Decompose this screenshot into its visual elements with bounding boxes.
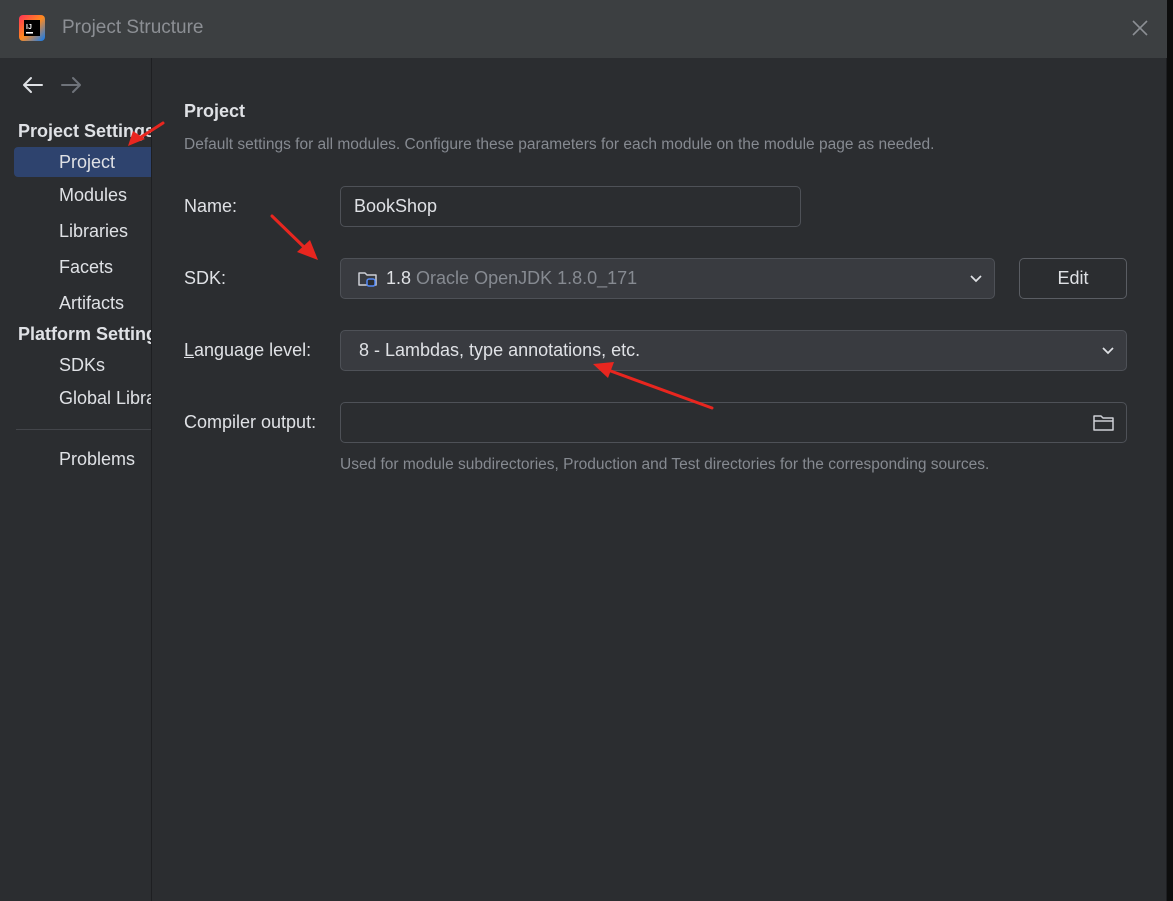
sidebar-item-sdks[interactable]: SDKs <box>14 350 151 380</box>
sdk-version: 1.8 <box>386 268 412 288</box>
edit-sdk-button[interactable]: Edit <box>1019 258 1127 299</box>
sidebar-item-global-libraries[interactable]: Global Libraries <box>14 383 151 413</box>
sidebar-item-artifacts[interactable]: Artifacts <box>14 288 151 318</box>
sdk-folder-icon <box>358 272 377 287</box>
name-value: BookShop <box>354 196 438 216</box>
name-label: Name: <box>184 196 238 216</box>
arrow-right-icon[interactable] <box>58 74 84 96</box>
chevron-down-icon <box>1102 347 1114 355</box>
sidebar-item-modules[interactable]: Modules <box>14 180 151 210</box>
language-level-dropdown[interactable]: 8 - Lambdas, type annotations, etc. <box>340 330 1127 371</box>
language-level-value: 8 - Lambdas, type annotations, etc. <box>359 340 641 360</box>
sidebar-item-libraries[interactable]: Libraries <box>14 216 151 246</box>
compiler-output-label: Compiler output: <box>184 412 317 432</box>
group-project-settings: Project Settings <box>18 121 152 141</box>
page-description: Default settings for all modules. Config… <box>184 136 935 153</box>
name-field[interactable]: BookShop <box>340 186 801 227</box>
chevron-down-icon <box>970 275 982 283</box>
sdk-label: SDK: <box>184 268 227 288</box>
svg-text:IJ: IJ <box>26 24 32 31</box>
close-icon[interactable] <box>1128 16 1152 40</box>
window-title: Project Structure <box>62 17 204 38</box>
arrow-left-icon[interactable] <box>20 74 46 96</box>
sdk-name: Oracle OpenJDK 1.8.0_171 <box>416 268 638 288</box>
group-platform-settings: Platform Settings <box>18 324 151 344</box>
intellij-idea-icon: IJ <box>19 15 45 41</box>
sidebar-item-problems[interactable]: Problems <box>14 444 151 474</box>
compiler-output-field[interactable] <box>340 402 1127 443</box>
folder-icon[interactable] <box>1092 412 1116 434</box>
compiler-output-hint: Used for module subdirectories, Producti… <box>340 456 990 473</box>
sdk-dropdown[interactable]: 1.8 Oracle OpenJDK 1.8.0_171 <box>340 258 995 299</box>
title-bar: IJ Project Structure <box>0 0 1167 58</box>
page-title: Project <box>184 101 246 121</box>
sidebar-item-facets[interactable]: Facets <box>14 252 151 282</box>
sidebar-separator <box>16 429 151 430</box>
language-level-label-text: anguage level: <box>194 340 312 360</box>
sidebar-item-project[interactable]: Project <box>14 147 151 177</box>
language-level-label: Language level: <box>184 340 312 360</box>
project-structure-dialog: IJ Project Structure Project Settings Pr… <box>0 0 1167 901</box>
window-edge <box>1167 0 1173 901</box>
sidebar: Project Settings Project Modules Librari… <box>0 58 152 901</box>
project-settings-panel: Project Default settings for all modules… <box>153 58 1167 901</box>
